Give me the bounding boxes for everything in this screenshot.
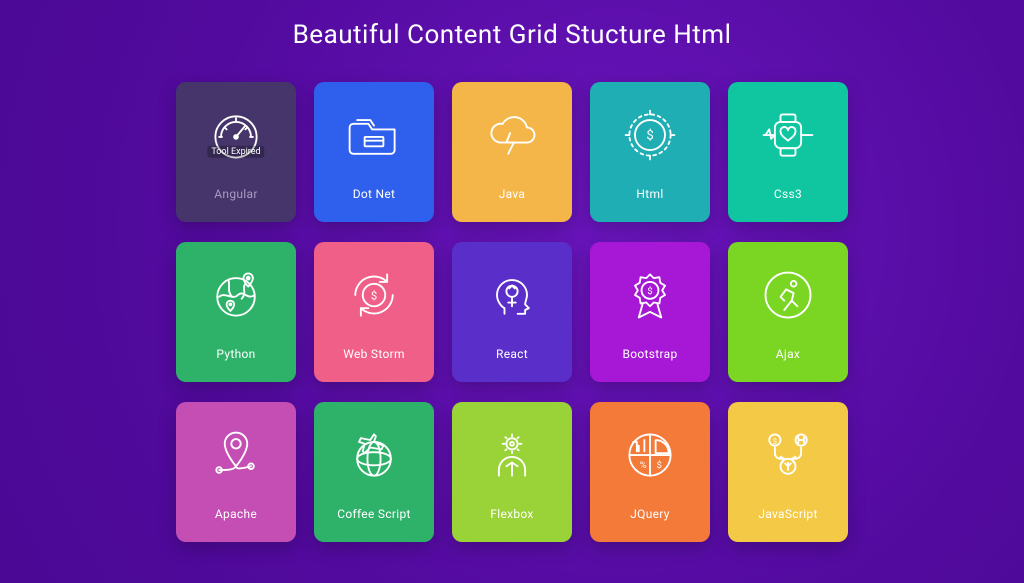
card-label: React xyxy=(496,347,528,361)
runner-icon xyxy=(758,265,818,329)
card-bootstrap[interactable]: $ Bootstrap xyxy=(590,242,710,382)
user-gear-icon xyxy=(482,425,542,489)
head-idea-icon xyxy=(482,265,542,329)
card-html[interactable]: $ Html xyxy=(590,82,710,222)
chart-pie-icon: %$ xyxy=(620,425,680,489)
award-dollar-icon: $ xyxy=(620,265,680,329)
card-label: Angular xyxy=(214,187,257,201)
svg-text:%: % xyxy=(640,460,647,471)
card-coffeescript[interactable]: Coffee Script xyxy=(314,402,434,542)
map-pin-icon xyxy=(206,425,266,489)
card-label: Css3 xyxy=(774,187,802,201)
card-label: Apache xyxy=(215,507,257,521)
globe-plane-icon xyxy=(344,425,404,489)
card-react[interactable]: React xyxy=(452,242,572,382)
card-label: Html xyxy=(636,187,663,201)
svg-text:$: $ xyxy=(657,460,662,471)
card-label: Python xyxy=(216,347,255,361)
card-angular[interactable]: Tool Expired Angular xyxy=(176,82,296,222)
card-ajax[interactable]: Ajax xyxy=(728,242,848,382)
card-apache[interactable]: Apache xyxy=(176,402,296,542)
card-label: Java xyxy=(499,187,526,201)
card-flexbox[interactable]: Flexbox xyxy=(452,402,572,542)
card-javascript[interactable]: $ JavaScript xyxy=(728,402,848,542)
card-label: Ajax xyxy=(776,347,800,361)
card-label: Flexbox xyxy=(490,507,533,521)
svg-text:$: $ xyxy=(647,286,652,297)
card-webstorm[interactable]: $ Web Storm xyxy=(314,242,434,382)
card-label: Dot Net xyxy=(353,187,396,201)
card-label: Coffee Script xyxy=(337,507,411,521)
card-label: Bootstrap xyxy=(622,347,677,361)
cloud-bolt-icon xyxy=(482,105,542,169)
card-jquery[interactable]: %$ JQuery xyxy=(590,402,710,542)
svg-text:$: $ xyxy=(646,129,653,144)
flow-coins-icon: $ xyxy=(758,425,818,489)
card-dotnet[interactable]: Dot Net xyxy=(314,82,434,222)
card-java[interactable]: Java xyxy=(452,82,572,222)
svg-text:$: $ xyxy=(371,290,377,303)
globe-dollar-icon: $ xyxy=(620,105,680,169)
content-grid: Tool Expired Angular Dot Net Java $ Html… xyxy=(176,82,848,542)
earth-pin-icon xyxy=(206,265,266,329)
page-title: Beautiful Content Grid Stucture Html xyxy=(293,20,732,50)
card-label: JavaScript xyxy=(758,507,817,521)
card-python[interactable]: Python xyxy=(176,242,296,382)
gauge-icon xyxy=(206,105,266,169)
card-label: Web Storm xyxy=(343,347,405,361)
svg-text:$: $ xyxy=(773,437,777,446)
folder-icon xyxy=(344,105,404,169)
card-label: JQuery xyxy=(630,507,670,521)
refresh-dollar-icon: $ xyxy=(344,265,404,329)
heart-watch-icon xyxy=(758,105,818,169)
card-css3[interactable]: Css3 xyxy=(728,82,848,222)
